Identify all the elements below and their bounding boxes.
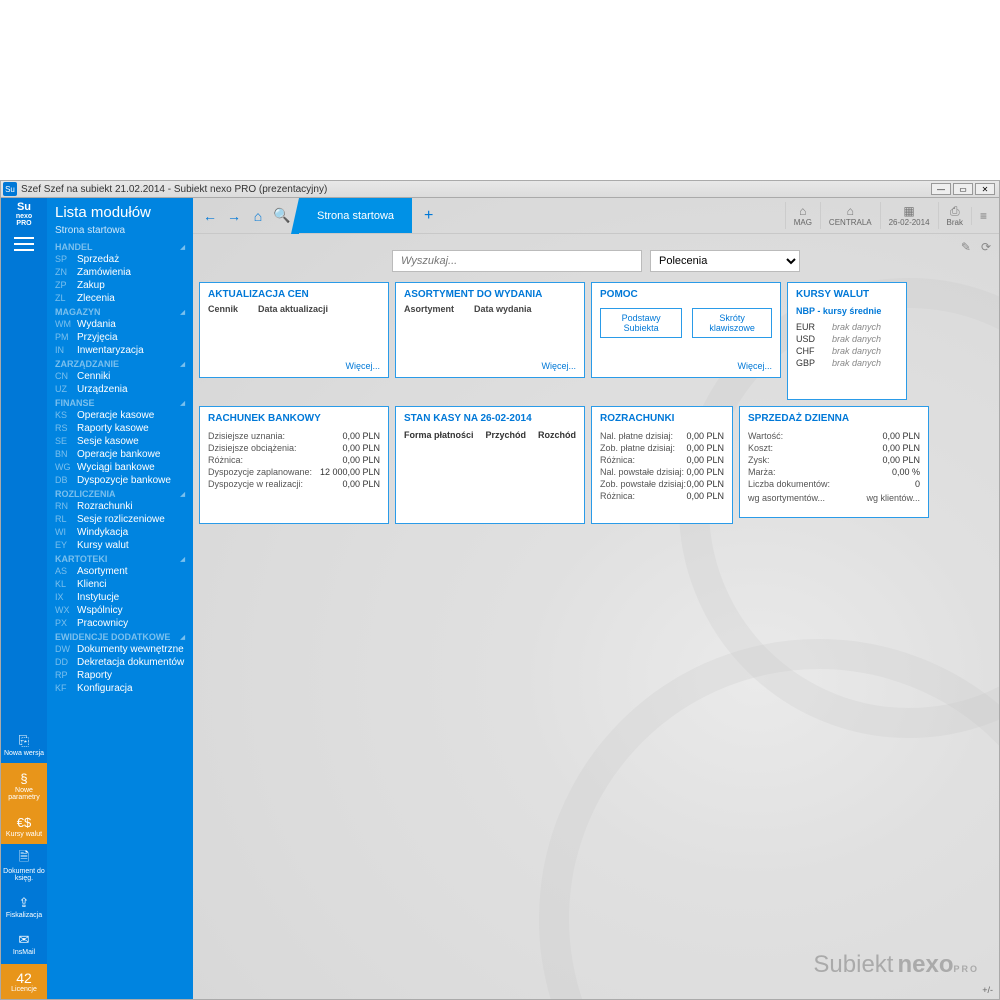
zoom-toggle[interactable]: +/-	[982, 985, 993, 995]
maximize-button[interactable]: ▭	[953, 183, 973, 195]
sidebar-item[interactable]: INInwentaryzacja	[47, 344, 193, 357]
more-link[interactable]: Więcej...	[208, 361, 380, 371]
sidebar-item[interactable]: UZUrządzenia	[47, 383, 193, 396]
leftbar-item[interactable]: €$Kursy walut	[1, 807, 47, 844]
licence-tile[interactable]: 42 Licencje	[1, 964, 47, 999]
sidebar-item[interactable]: PXPracownicy	[47, 617, 193, 630]
sidebar-item[interactable]: RNRozrachunki	[47, 500, 193, 513]
sidebar-item[interactable]: WIWindykacja	[47, 526, 193, 539]
search-select[interactable]: Polecenia	[650, 250, 800, 272]
topbar-item[interactable]: ▦26-02-2014	[880, 202, 938, 229]
app-icon: Su	[3, 182, 17, 196]
sidebar-item[interactable]: EYKursy walut	[47, 539, 193, 552]
card-asortyment: ASORTYMENT DO WYDANIA AsortymentData wyd…	[395, 282, 585, 378]
titlebar: Su Szef Szef na subiekt 21.02.2014 - Sub…	[0, 180, 1000, 198]
add-tab-button[interactable]: +	[412, 198, 445, 233]
topbar-item[interactable]: ⌂MAG	[785, 202, 820, 229]
sidebar-section-header[interactable]: ROZLICZENIA	[47, 487, 193, 500]
card-kursy: KURSY WALUT NBP - kursy średnie EURbrak …	[787, 282, 907, 400]
menu-icon[interactable]	[14, 237, 34, 251]
left-toolbar: SunexoPRO ⎘Nowa wersja§Nowe parametry€$K…	[1, 198, 47, 999]
link-wg-asort[interactable]: wg asortymentów...	[748, 493, 825, 503]
card-sprzedaz: SPRZEDAŻ DZIENNA Wartość:0,00 PLNKoszt:0…	[739, 406, 929, 518]
sidebar-item[interactable]: WGWyciągi bankowe	[47, 461, 193, 474]
leftbar-item[interactable]: 🗎Dokument do księg.	[1, 844, 47, 888]
sidebar-item[interactable]: PMPrzyjęcia	[47, 331, 193, 344]
module-sidebar: Lista modułów Strona startowa HANDELSPSp…	[47, 198, 193, 999]
topbar-item[interactable]: ⎙Brak	[938, 202, 971, 229]
app-logo: SunexoPRO	[1, 198, 47, 231]
nav-back-icon[interactable]: ←	[201, 208, 219, 224]
refresh-icon[interactable]: ⟳	[981, 240, 991, 254]
sidebar-section-header[interactable]: FINANSE	[47, 396, 193, 409]
leftbar-item[interactable]: §Nowe parametry	[1, 763, 47, 807]
nav-search-icon[interactable]: 🔍	[273, 207, 291, 224]
search-input[interactable]	[392, 250, 642, 272]
sidebar-item[interactable]: ZNZamówienia	[47, 266, 193, 279]
sidebar-item[interactable]: ZLZlecenia	[47, 292, 193, 305]
sidebar-item[interactable]: SESesje kasowe	[47, 435, 193, 448]
edit-icon[interactable]: ✎	[961, 240, 971, 254]
sidebar-item[interactable]: KFKonfiguracja	[47, 682, 193, 695]
sidebar-item[interactable]: RLSesje rozliczeniowe	[47, 513, 193, 526]
sidebar-section-header[interactable]: KARTOTEKI	[47, 552, 193, 565]
topbar: ← → ⌂ 🔍 Strona startowa + ⌂MAG⌂CENTRALA▦…	[193, 198, 999, 234]
sidebar-item[interactable]: DBDyspozycje bankowe	[47, 474, 193, 487]
card-stan-kasy: STAN KASY NA 26-02-2014 Forma płatnościP…	[395, 406, 585, 524]
sidebar-item[interactable]: ASAsortyment	[47, 565, 193, 578]
more-link[interactable]: Więcej...	[404, 361, 576, 371]
sidebar-item[interactable]: KLKlienci	[47, 578, 193, 591]
sidebar-item[interactable]: KSOperacje kasowe	[47, 409, 193, 422]
sidebar-item[interactable]: RSRaporty kasowe	[47, 422, 193, 435]
card-rachunek: RACHUNEK BANKOWY Dzisiejsze uznania:0,00…	[199, 406, 389, 524]
leftbar-item[interactable]: ✉InsMail	[1, 925, 47, 962]
close-button[interactable]: ✕	[975, 183, 995, 195]
card-pomoc: POMOC Podstawy Subiekta Skróty klawiszow…	[591, 282, 781, 378]
sidebar-item[interactable]: BNOperacje bankowe	[47, 448, 193, 461]
sidebar-item[interactable]: WMWydania	[47, 318, 193, 331]
sidebar-item[interactable]: RPRaporty	[47, 669, 193, 682]
help-shortcuts-button[interactable]: Skróty klawiszowe	[692, 308, 772, 338]
help-basics-button[interactable]: Podstawy Subiekta	[600, 308, 682, 338]
card-rozrachunki: ROZRACHUNKI Nal. płatne dzisiaj:0,00 PLN…	[591, 406, 733, 524]
sidebar-section-header[interactable]: MAGAZYN	[47, 305, 193, 318]
sidebar-item[interactable]: IXInstytucje	[47, 591, 193, 604]
leftbar-item[interactable]: ⇪Fiskalizacja	[1, 888, 47, 925]
sidebar-item[interactable]: DWDokumenty wewnętrzne	[47, 643, 193, 656]
sidebar-section-header[interactable]: EWIDENCJE DODATKOWE	[47, 630, 193, 643]
sidebar-start[interactable]: Strona startowa	[47, 223, 193, 240]
leftbar-item[interactable]: ⎘Nowa wersja	[1, 726, 47, 763]
sidebar-item[interactable]: ZPZakup	[47, 279, 193, 292]
topbar-item[interactable]: ≡	[971, 207, 995, 225]
sidebar-item[interactable]: SPSprzedaż	[47, 253, 193, 266]
sidebar-item[interactable]: WXWspólnicy	[47, 604, 193, 617]
sidebar-item[interactable]: DDDekretacja dokumentów	[47, 656, 193, 669]
sidebar-title: Lista modułów	[47, 198, 193, 223]
topbar-item[interactable]: ⌂CENTRALA	[820, 202, 880, 229]
minimize-button[interactable]: —	[931, 183, 951, 195]
card-aktualizacja: AKTUALIZACJA CEN CennikData aktualizacji…	[199, 282, 389, 378]
active-tab[interactable]: Strona startowa	[299, 198, 412, 233]
sidebar-section-header[interactable]: HANDEL	[47, 240, 193, 253]
nav-home-icon[interactable]: ⌂	[249, 208, 267, 224]
sidebar-section-header[interactable]: ZARZĄDZANIE	[47, 357, 193, 370]
brand-watermark: Subiekt nexoPRO	[813, 951, 979, 979]
sidebar-item[interactable]: CNCenniki	[47, 370, 193, 383]
nav-forward-icon[interactable]: →	[225, 208, 243, 224]
link-wg-kl[interactable]: wg klientów...	[866, 493, 920, 503]
more-link[interactable]: Więcej...	[600, 361, 772, 371]
window-title: Szef Szef na subiekt 21.02.2014 - Subiek…	[21, 184, 931, 195]
